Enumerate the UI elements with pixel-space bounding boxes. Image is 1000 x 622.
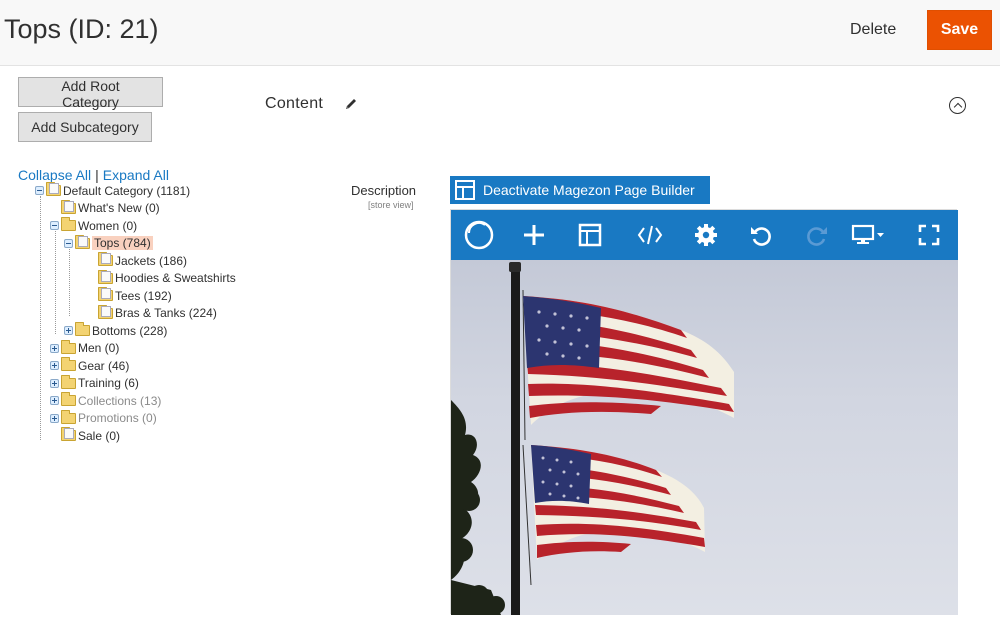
folder-icon xyxy=(98,287,113,301)
folder-icon xyxy=(61,392,76,406)
add-element-icon[interactable] xyxy=(517,218,551,252)
tree-expand-icon[interactable] xyxy=(50,361,59,370)
folder-icon xyxy=(75,322,90,336)
tree-collapse-icon[interactable] xyxy=(50,221,59,230)
tree-node-label: Gear (46) xyxy=(78,358,130,373)
content-section-title[interactable]: Content xyxy=(265,95,323,113)
tree-node-label: Jackets (186) xyxy=(115,253,188,268)
tree-node[interactable]: Men (0) xyxy=(50,339,120,357)
device-desktop-icon[interactable] xyxy=(849,218,889,252)
tree-node[interactable]: Hoodies & Sweatshirts (1 xyxy=(87,269,238,287)
tree-collapse-icon[interactable] xyxy=(64,238,73,248)
tree-node-label: Bras & Tanks (224) xyxy=(115,306,217,320)
folder-icon xyxy=(75,234,90,249)
folder-icon xyxy=(61,374,76,389)
folder-icon xyxy=(46,182,61,196)
add-subcategory-button[interactable]: Add Subcategory xyxy=(18,112,152,142)
layout-templates-icon[interactable] xyxy=(573,218,607,252)
tree-expand-icon[interactable] xyxy=(50,378,59,388)
tree-node-label: Men (0) xyxy=(78,341,120,355)
page-builder-toolbar xyxy=(451,210,958,260)
tree-collapse-icon[interactable] xyxy=(35,186,44,195)
tree-node-label: Tops (784) xyxy=(92,236,153,250)
tree-node-label: Sale (0) xyxy=(78,428,121,443)
settings-gear-icon[interactable] xyxy=(689,218,723,252)
tree-node[interactable]: Training (6) xyxy=(50,374,139,392)
code-icon[interactable] xyxy=(633,218,667,252)
folder-icon xyxy=(61,409,76,424)
folder-icon xyxy=(61,427,76,441)
tree-node-label: Promotions (0) xyxy=(78,411,157,425)
folder-icon xyxy=(61,357,76,371)
page-builder-layout-icon xyxy=(455,180,475,200)
delete-button[interactable]: Delete xyxy=(850,21,896,39)
tree-node-label: Collections (13) xyxy=(78,393,162,408)
tree-node[interactable]: Jackets (186) xyxy=(87,252,187,269)
undo-icon[interactable] xyxy=(744,218,778,252)
tree-expand-icon[interactable] xyxy=(50,396,59,405)
flags-image xyxy=(451,260,958,615)
tree-node[interactable]: Gear (46) xyxy=(50,357,129,374)
tree-node[interactable]: Bras & Tanks (224) xyxy=(87,304,217,322)
tree-node-label: Hoodies & Sweatshirts (1 xyxy=(115,271,238,285)
tree-expand-icon[interactable] xyxy=(50,413,59,423)
folder-icon xyxy=(98,304,113,319)
magezon-logo-icon[interactable] xyxy=(462,218,496,252)
folder-icon xyxy=(98,269,113,284)
folder-icon xyxy=(61,199,76,214)
tree-expand-icon[interactable] xyxy=(50,343,59,353)
category-tree: Default Category (1181) What's New (0) Wom… xyxy=(0,180,238,450)
tree-node[interactable]: Bottoms (228) xyxy=(64,322,167,339)
tree-node-label: Default Category (1181) xyxy=(63,183,191,198)
tree-node[interactable]: Default Category (1181) xyxy=(35,182,190,199)
tree-node-label: Training (6) xyxy=(78,376,139,390)
folder-icon xyxy=(61,217,76,231)
page-builder xyxy=(450,209,958,615)
tree-guide-line xyxy=(55,231,56,334)
deactivate-page-builder-label: Deactivate Magezon Page Builder xyxy=(483,182,695,198)
tree-node-label: Women (0) xyxy=(78,218,138,233)
pencil-icon[interactable] xyxy=(344,97,358,111)
tree-node-label: What's New (0) xyxy=(78,201,160,215)
section-collapse-icon[interactable] xyxy=(949,97,966,114)
tree-node[interactable]: Promotions (0) xyxy=(50,409,157,427)
tree-node[interactable]: Tops (784) xyxy=(64,234,153,252)
description-scope: [store view] xyxy=(368,200,414,210)
tree-node-label: Tees (192) xyxy=(115,288,172,303)
redo-icon[interactable] xyxy=(800,218,834,252)
tree-node[interactable]: Women (0) xyxy=(50,217,137,234)
tree-node-label: Bottoms (228) xyxy=(92,323,168,338)
deactivate-page-builder-button[interactable]: Deactivate Magezon Page Builder xyxy=(450,176,710,204)
tree-node[interactable]: Collections (13) xyxy=(50,392,161,409)
add-root-category-button[interactable]: Add Root Category xyxy=(18,77,163,110)
folder-icon xyxy=(98,252,113,266)
tree-node[interactable]: Tees (192) xyxy=(87,287,172,304)
save-button[interactable]: Save xyxy=(927,10,992,50)
tree-guide-line xyxy=(69,249,70,316)
folder-icon xyxy=(61,339,76,354)
tree-node[interactable]: What's New (0) xyxy=(50,199,160,217)
tree-guide-line xyxy=(40,196,41,440)
page-title: Tops (ID: 21) xyxy=(4,14,159,44)
tree-node[interactable]: Sale (0) xyxy=(50,427,120,444)
tree-expand-icon[interactable] xyxy=(64,326,73,335)
description-label: Description xyxy=(351,183,417,198)
fullscreen-icon[interactable] xyxy=(912,218,946,252)
page-header: Tops (ID: 21) Delete Save xyxy=(0,0,1000,66)
